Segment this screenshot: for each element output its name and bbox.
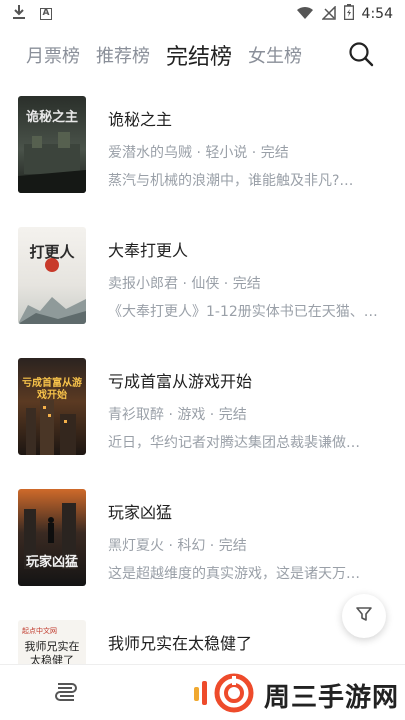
book-title[interactable]: 诡秘之主 bbox=[108, 106, 381, 130]
list-item[interactable]: 诡秘之主 诡秘之主 爱潜水的乌贼 · 轻小说 · 完结 蒸汽与机械的浪潮中，谁能… bbox=[0, 90, 405, 200]
book-cover-title: 亏成首富从游戏开始 bbox=[22, 378, 82, 401]
watermark-text: 周三手游网 bbox=[264, 682, 400, 713]
book-cover-title: 玩家凶猛 bbox=[25, 555, 78, 570]
book-info: 亏成首富从游戏开始 青衫取醉 · 游戏 · 完结 近日，华约记者对腾达集团总裁裴… bbox=[108, 368, 381, 452]
book-info: 诡秘之主 爱潜水的乌贼 · 轻小说 · 完结 蒸汽与机械的浪潮中，谁能触及非凡?… bbox=[108, 106, 381, 190]
book-cover[interactable]: 玩家凶猛 bbox=[18, 489, 86, 586]
filter-button[interactable] bbox=[342, 594, 386, 638]
list-item[interactable]: 亏成首富从游戏开始 亏成首富从游戏开始 青衫取醉 · 游戏 · 完结 近日，华约… bbox=[0, 352, 405, 462]
status-bar: A 4:54 bbox=[0, 0, 405, 28]
ranking-tabs: 月票榜 推荐榜 完结榜 女生榜 bbox=[0, 34, 405, 76]
book-cover-title: 打更人 bbox=[29, 243, 75, 261]
a-notification-icon: A bbox=[40, 8, 52, 20]
book-cover-title: 诡秘之主 bbox=[25, 110, 78, 125]
watermark: 周三手游网 bbox=[192, 673, 399, 717]
book-info: 我师兄实在太稳健了 bbox=[108, 630, 381, 654]
book-meta: 卖报小郎君 · 仙侠 · 完结 bbox=[108, 276, 261, 292]
tab-female[interactable]: 女生榜 bbox=[248, 42, 302, 68]
book-description: 《大奉打更人》1-12册实体书已在天猫、… bbox=[108, 304, 378, 320]
wifi-icon bbox=[296, 5, 314, 24]
book-info: 大奉打更人 卖报小郎君 · 仙侠 · 完结 《大奉打更人》1-12册实体书已在天… bbox=[108, 237, 381, 321]
book-description: 这是超越维度的真实游戏，这是诸天万… bbox=[108, 566, 360, 582]
book-info: 玩家凶猛 黑灯夏火 · 科幻 · 完结 这是超越维度的真实游戏，这是诸天万… bbox=[108, 499, 381, 583]
book-cover[interactable]: 诡秘之主 bbox=[18, 96, 86, 193]
tab-completed[interactable]: 完结榜 bbox=[166, 39, 232, 71]
book-title[interactable]: 我师兄实在太稳健了 bbox=[108, 630, 381, 654]
bookshelf-icon[interactable] bbox=[52, 679, 80, 707]
watermark-logo-icon bbox=[192, 673, 258, 717]
book-meta: 黑灯夏火 · 科幻 · 完结 bbox=[108, 538, 247, 554]
clock: 4:54 bbox=[361, 6, 393, 22]
list-item[interactable]: 打更人 大奉打更人 卖报小郎君 · 仙侠 · 完结 《大奉打更人》1-12册实体… bbox=[0, 221, 405, 331]
search-icon[interactable] bbox=[347, 40, 375, 68]
battery-icon bbox=[343, 4, 354, 24]
download-icon bbox=[12, 4, 26, 24]
book-cover[interactable]: 亏成首富从游戏开始 bbox=[18, 358, 86, 455]
tab-monthly-ticket[interactable]: 月票榜 bbox=[26, 42, 80, 68]
book-meta: 爱潜水的乌贼 · 轻小说 · 完结 bbox=[108, 145, 289, 161]
book-cover-brand: 起点中文网 bbox=[22, 627, 57, 635]
book-title[interactable]: 玩家凶猛 bbox=[108, 499, 381, 523]
bottom-bar: 周三手游网 bbox=[0, 664, 405, 720]
tab-recommended[interactable]: 推荐榜 bbox=[96, 42, 150, 68]
book-title[interactable]: 大奉打更人 bbox=[108, 237, 381, 261]
book-title[interactable]: 亏成首富从游戏开始 bbox=[108, 368, 381, 392]
book-cover[interactable]: 打更人 bbox=[18, 227, 86, 324]
no-signal-icon bbox=[320, 4, 336, 24]
filter-icon bbox=[355, 605, 373, 627]
book-meta: 青衫取醉 · 游戏 · 完结 bbox=[108, 407, 247, 423]
book-description: 近日，华约记者对腾达集团总裁裴谦做… bbox=[108, 435, 360, 451]
list-item[interactable]: 玩家凶猛 玩家凶猛 黑灯夏火 · 科幻 · 完结 这是超越维度的真实游戏，这是诸… bbox=[0, 483, 405, 593]
book-description: 蒸汽与机械的浪潮中，谁能触及非凡?… bbox=[108, 173, 354, 189]
